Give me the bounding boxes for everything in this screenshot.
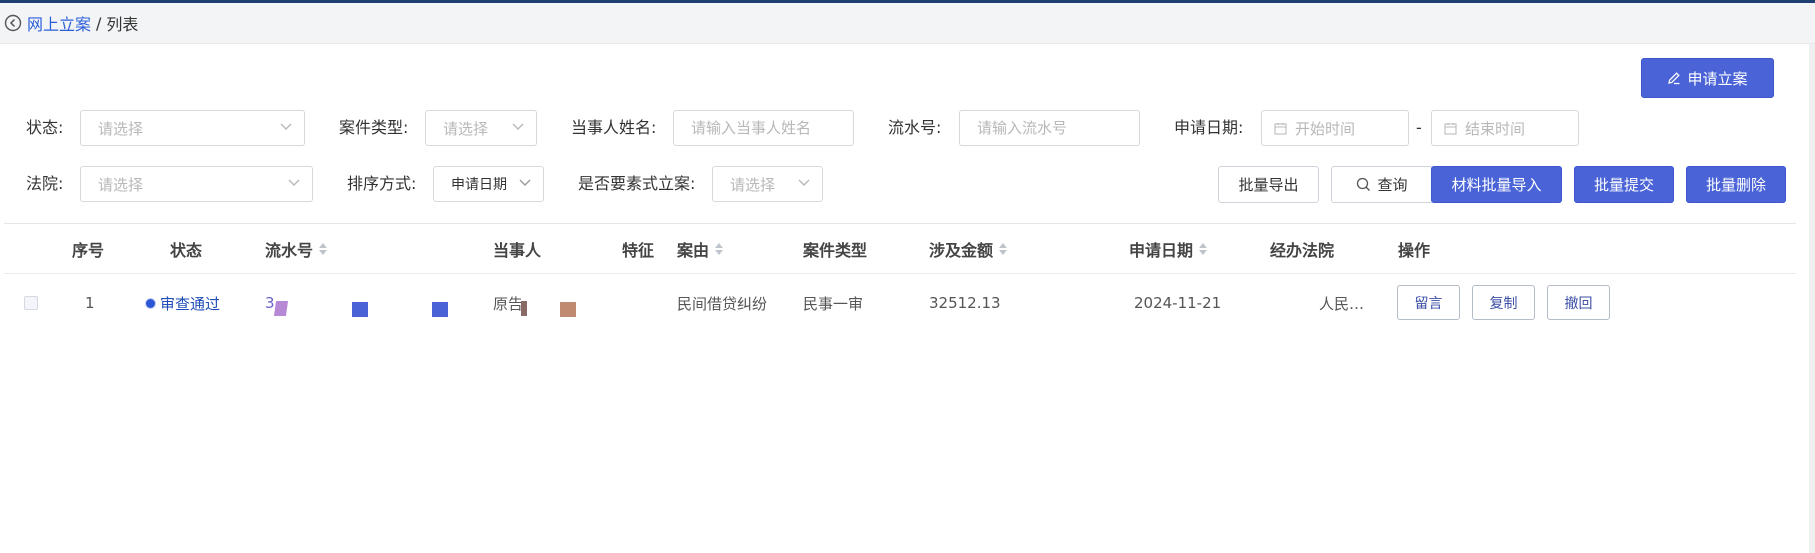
row-status: 审查通过 [146,274,220,332]
element-style-select[interactable]: 请选择 [712,166,823,202]
chevron-down-icon [288,179,300,186]
query-button[interactable]: 查询 [1331,166,1433,203]
back-circle-icon[interactable] [4,14,22,32]
row-cause: 民间借贷纠纷 [677,294,768,313]
serial-no-filter-label: 流水号: [888,118,942,137]
batch-delete-button[interactable]: 批量删除 [1686,166,1786,203]
batch-submit-label: 批量提交 [1593,176,1654,194]
column-header-index: 序号 [72,240,105,260]
start-date-picker[interactable]: 开始时间 [1261,110,1409,146]
end-date-picker[interactable]: 结束时间 [1431,110,1579,146]
column-header-apply-date-label: 申请日期 [1129,240,1194,260]
row-status-text: 审查通过 [160,294,221,313]
sort-icon[interactable] [999,242,1008,255]
breadcrumb-parent-link[interactable]: 网上立案 [27,11,91,35]
row-court: 人民… [1319,294,1365,313]
batch-export-label: 批量导出 [1238,176,1299,194]
row-index: 1 [85,294,95,312]
case-type-select-placeholder: 请选择 [443,119,489,138]
court-select[interactable]: 请选择 [80,166,313,202]
element-style-select-placeholder: 请选择 [730,175,776,194]
redaction-block [560,302,576,317]
material-batch-import-button[interactable]: 材料批量导入 [1431,166,1562,203]
party-name-filter-label: 当事人姓名: [571,118,657,137]
apply-case-button[interactable]: 申请立案 [1641,58,1774,98]
court-select-placeholder: 请选择 [98,175,144,194]
sort-by-value: 申请日期 [451,177,507,193]
column-header-ops: 操作 [1398,240,1431,260]
withdraw-button[interactable]: 撤回 [1547,285,1610,320]
sort-icon[interactable] [715,242,724,255]
table-header: 序号 状态 流水号 当事人 特征 案由 案件类型 涉及金额 申请日期 经办法院 … [4,223,1796,274]
batch-submit-button[interactable]: 批量提交 [1574,166,1674,203]
status-select[interactable]: 请选择 [80,110,305,146]
chevron-down-icon [519,179,531,186]
row-serial-text: 3 [265,294,275,312]
column-header-case-type: 案件类型 [803,240,868,260]
row-checkbox-cell[interactable] [24,274,38,332]
query-label: 查询 [1377,176,1408,194]
copy-label: 复制 [1489,295,1518,312]
table-row: 1 审查通过 3 原告 民间借贷纠纷 民事一审 32512.13 2024-11… [4,274,1796,332]
message-label: 留言 [1414,295,1443,312]
redaction-block [521,301,527,316]
chevron-down-icon [798,179,810,186]
date-range-separator: - [1416,118,1422,137]
withdraw-label: 撤回 [1564,295,1593,312]
apply-date-filter-label: 申请日期: [1174,118,1244,137]
column-header-amount[interactable]: 涉及金额 [929,224,1008,273]
batch-delete-label: 批量删除 [1705,176,1766,194]
apply-case-label: 申请立案 [1687,69,1748,88]
column-header-serial-label: 流水号 [265,240,314,260]
column-header-feature: 特征 [622,240,655,260]
column-header-status: 状态 [170,240,203,260]
column-header-cause-label: 案由 [677,240,710,260]
search-icon [1357,177,1371,191]
start-date-placeholder: 开始时间 [1295,119,1356,138]
calendar-icon [1444,122,1457,135]
case-type-filter-label: 案件类型: [339,118,409,137]
end-date-placeholder: 结束时间 [1465,119,1526,138]
party-name-input[interactable] [673,110,854,146]
status-filter-label: 状态: [26,118,64,137]
calendar-icon [1274,122,1287,135]
row-case-type: 民事一审 [803,294,864,313]
material-batch-import-label: 材料批量导入 [1451,176,1542,194]
row-amount: 32512.13 [929,294,1001,312]
court-filter-label: 法院: [26,174,64,193]
row-checkbox[interactable] [24,296,38,310]
breadcrumb-separator: / [96,13,102,33]
message-button[interactable]: 留言 [1397,285,1460,320]
row-apply-date: 2024-11-21 [1134,294,1222,312]
column-header-serial[interactable]: 流水号 [265,224,328,273]
sort-by-select[interactable]: 申请日期 [433,166,544,202]
redaction-block [432,302,448,317]
row-party: 原告 [493,294,524,313]
sort-icon[interactable] [319,242,328,255]
column-header-cause[interactable]: 案由 [677,224,724,273]
column-header-apply-date[interactable]: 申请日期 [1129,224,1208,273]
chevron-down-icon [512,123,524,130]
column-header-court: 经办法院 [1270,240,1335,260]
sort-by-filter-label: 排序方式: [347,174,417,193]
redaction-block [352,302,368,317]
row-serial-link[interactable]: 3 [265,274,275,332]
status-select-placeholder: 请选择 [98,119,144,138]
edit-icon [1667,71,1681,85]
breadcrumb: 网上立案 / 列表 [0,3,1815,44]
case-type-select[interactable]: 请选择 [425,110,537,146]
column-header-party: 当事人 [493,240,542,260]
serial-no-input[interactable] [959,110,1140,146]
element-style-filter-label: 是否要素式立案: [578,174,696,193]
batch-export-button[interactable]: 批量导出 [1218,166,1319,203]
column-header-amount-label: 涉及金额 [929,240,994,260]
sort-icon[interactable] [1199,242,1208,255]
breadcrumb-current: 列表 [106,15,139,34]
status-dot-icon [146,298,155,308]
chevron-down-icon [280,123,292,130]
copy-button[interactable]: 复制 [1472,285,1535,320]
vertical-scrollbar[interactable] [1809,44,1815,553]
redaction-block [273,301,289,316]
